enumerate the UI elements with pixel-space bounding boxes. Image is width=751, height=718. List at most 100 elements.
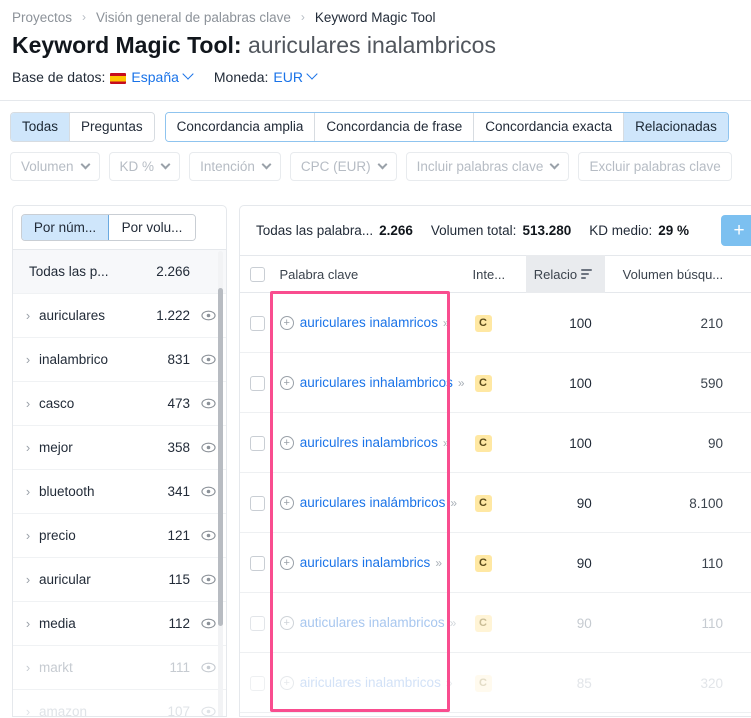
chevron-right-icon[interactable]: ›	[21, 352, 35, 367]
chevron-double-right-icon[interactable]: »	[450, 616, 457, 630]
sort-by-volume-button[interactable]: Por volu...	[109, 215, 195, 240]
table-row[interactable]: + auriculres inalambricos » C 100 90 3	[240, 413, 751, 473]
keyword-link[interactable]: auriculars inalambrics	[300, 555, 431, 570]
row-checkbox-cell[interactable]	[240, 413, 276, 473]
tab-preguntas[interactable]: Preguntas	[70, 113, 154, 141]
chevron-double-right-icon[interactable]: »	[443, 316, 450, 330]
chevron-double-right-icon[interactable]: »	[458, 376, 465, 390]
filter-incluir-palabras-clave[interactable]: Incluir palabras clave	[405, 152, 570, 181]
filter-cpc[interactable]: CPC (EUR)	[289, 152, 397, 181]
chevron-right-icon[interactable]: ›	[21, 704, 35, 716]
chevron-right-icon[interactable]: ›	[21, 440, 35, 455]
keyword-link[interactable]: auticulares inalambricos	[300, 615, 445, 630]
column-header-keyword[interactable]: Palabra clave	[275, 255, 472, 293]
row-checkbox[interactable]	[250, 555, 266, 571]
keyword-link[interactable]: auriculares inalámbricos	[300, 495, 446, 510]
row-checkbox[interactable]	[250, 315, 266, 331]
add-keyword-icon[interactable]: +	[279, 376, 294, 390]
table-row[interactable]: + airiculares inalambricos » C 85 320 4	[240, 653, 751, 713]
tab-concordancia-exacta[interactable]: Concordancia exacta	[474, 113, 625, 141]
keyword-link[interactable]: auriculres inalambricos	[300, 435, 438, 450]
database-selector[interactable]: Base de datos: España	[12, 68, 194, 85]
breadcrumb-item-proyectos[interactable]: Proyectos	[12, 10, 72, 25]
add-keyword-icon[interactable]: +	[279, 556, 294, 570]
row-checkbox[interactable]	[250, 675, 266, 691]
column-header-volume[interactable]: Volumen búsqu...	[605, 255, 733, 293]
table-row[interactable]: + auriculars inalambrics » C 90 110 4	[240, 533, 751, 593]
add-keyword-icon[interactable]: +	[279, 676, 294, 690]
add-keyword-icon[interactable]: +	[279, 616, 294, 630]
eye-icon[interactable]	[190, 662, 216, 673]
cell-keyword[interactable]: + auriculres inalambricos »	[276, 413, 475, 473]
add-keyword-icon[interactable]: +	[279, 316, 294, 330]
filter-volumen[interactable]: Volumen	[10, 152, 100, 181]
row-checkbox-cell[interactable]	[240, 473, 276, 533]
chevron-right-icon[interactable]: ›	[21, 528, 35, 543]
row-checkbox-cell[interactable]	[240, 293, 276, 353]
table-row[interactable]: + auriculares inalámbricos » C 90 8.100 4	[240, 473, 751, 533]
sidebar-item-inalambrico[interactable]: › inalambrico 831	[13, 337, 226, 381]
select-all-checkbox-cell[interactable]	[240, 255, 275, 293]
row-checkbox[interactable]	[250, 375, 266, 391]
row-checkbox[interactable]	[250, 615, 266, 631]
chevron-double-right-icon[interactable]: »	[443, 436, 450, 450]
filter-kd[interactable]: KD %	[108, 152, 181, 181]
sidebar-scrollbar-thumb[interactable]	[218, 288, 223, 626]
sort-descending-icon[interactable]	[581, 269, 593, 279]
eye-icon[interactable]	[190, 398, 216, 409]
filter-excluir-palabras-clave[interactable]: Excluir palabras clave	[578, 152, 732, 181]
eye-icon[interactable]	[190, 706, 216, 716]
chevron-right-icon[interactable]: ›	[21, 308, 35, 323]
sidebar-item-casco[interactable]: › casco 473	[13, 381, 226, 425]
eye-icon[interactable]	[190, 530, 216, 541]
add-keyword-icon[interactable]: +	[279, 496, 294, 510]
sidebar-item-auricular[interactable]: › auricular 115	[13, 557, 226, 601]
eye-icon[interactable]	[190, 618, 216, 629]
sidebar-item-bluetooth[interactable]: › bluetooth 341	[13, 469, 226, 513]
sidebar-item-mejor[interactable]: › mejor 358	[13, 425, 226, 469]
chevron-right-icon[interactable]: ›	[21, 616, 35, 631]
cell-keyword[interactable]: + airiculares inalambricos »	[276, 653, 475, 713]
sort-by-number-button[interactable]: Por núm...	[22, 215, 109, 240]
keyword-link[interactable]: auriculares inalamricos	[300, 315, 438, 330]
chevron-right-icon[interactable]: ›	[21, 572, 35, 587]
select-all-checkbox[interactable]	[250, 266, 266, 282]
chevron-right-icon[interactable]: ›	[21, 484, 35, 499]
row-checkbox[interactable]	[250, 435, 266, 451]
sidebar-item-media[interactable]: › media 112	[13, 601, 226, 645]
chevron-double-right-icon[interactable]: »	[450, 496, 457, 510]
column-header-relevance[interactable]: Relacio	[525, 255, 605, 293]
row-checkbox-cell[interactable]	[240, 533, 276, 593]
table-row[interactable]: + auriculares inalamricos » C 100 210 4	[240, 293, 751, 353]
row-checkbox-cell[interactable]	[240, 653, 276, 713]
cell-keyword[interactable]: + auriculares inalámbricos »	[276, 473, 475, 533]
eye-icon[interactable]	[190, 354, 216, 365]
column-header-kd[interactable]	[733, 255, 751, 293]
eye-icon[interactable]	[190, 574, 216, 585]
sidebar-item-precio[interactable]: › precio 121	[13, 513, 226, 557]
add-to-list-button[interactable]: +	[721, 215, 751, 246]
add-keyword-icon[interactable]: +	[279, 436, 294, 450]
cell-keyword[interactable]: + auriculares inhalambricos »	[276, 353, 475, 413]
sidebar-item-auriculares[interactable]: › auriculares 1.222	[13, 293, 226, 337]
currency-selector[interactable]: Moneda: EUR	[214, 68, 318, 85]
sidebar-item-markt[interactable]: › markt 111	[13, 645, 226, 689]
cell-keyword[interactable]: + auticulares inalambricos »	[276, 593, 475, 653]
sidebar-item-all-keywords[interactable]: Todas las p... 2.266	[13, 249, 226, 293]
eye-icon[interactable]	[190, 310, 216, 321]
cell-keyword[interactable]: + auriculares inalamricos »	[276, 293, 475, 353]
table-row[interactable]: + auriculares inhalambricos » C 100 590 4	[240, 353, 751, 413]
row-checkbox[interactable]	[250, 495, 266, 511]
row-checkbox-cell[interactable]	[240, 353, 276, 413]
row-checkbox-cell[interactable]	[240, 593, 276, 653]
eye-icon[interactable]	[190, 442, 216, 453]
breadcrumb-item-keyword-overview[interactable]: Visión general de palabras clave	[96, 10, 291, 25]
chevron-right-icon[interactable]: ›	[21, 396, 35, 411]
filter-intencion[interactable]: Intención	[189, 152, 281, 181]
chevron-double-right-icon[interactable]: »	[435, 556, 442, 570]
chevron-double-right-icon[interactable]: »	[446, 676, 453, 690]
tab-concordancia-amplia[interactable]: Concordancia amplia	[165, 113, 316, 141]
cell-keyword[interactable]: + auriculars inalambrics »	[276, 533, 475, 593]
table-row[interactable]: + auticulares inalambricos » C 90 110 4	[240, 593, 751, 653]
tab-relacionadas[interactable]: Relacionadas	[624, 113, 728, 141]
